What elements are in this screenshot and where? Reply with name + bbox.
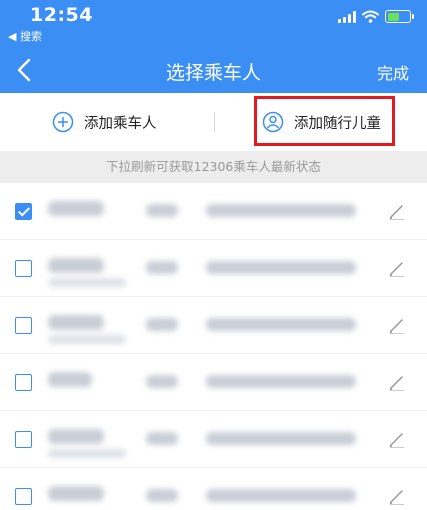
- edit-pencil-icon[interactable]: [387, 201, 407, 221]
- passenger-type-redacted: [146, 489, 178, 502]
- passenger-checkbox[interactable]: [15, 260, 32, 277]
- add-child-label: 添加随行儿童: [294, 115, 381, 132]
- passenger-id-redacted: [206, 318, 356, 331]
- passenger-row[interactable]: [0, 354, 427, 411]
- action-bar: 添加乘车人 添加随行儿童: [0, 93, 427, 151]
- action-divider: [214, 112, 215, 132]
- passenger-id-redacted: [206, 204, 356, 217]
- passenger-type-redacted: [146, 318, 178, 331]
- cellular-signal-icon: [338, 10, 356, 23]
- plus-circle-icon: [52, 111, 74, 133]
- passenger-name-redacted: [48, 486, 104, 501]
- passenger-checkbox[interactable]: [15, 488, 32, 505]
- passenger-type-redacted: [146, 204, 178, 217]
- edit-pencil-icon[interactable]: [387, 372, 407, 392]
- status-back-link[interactable]: ◀ 搜索: [8, 28, 42, 44]
- refresh-hint: 下拉刷新可获取12306乘车人最新状态: [0, 151, 427, 183]
- passenger-type-redacted: [146, 261, 178, 274]
- add-child-button[interactable]: 添加随行儿童: [262, 93, 381, 151]
- status-time: 12:54: [30, 4, 93, 26]
- passenger-name-redacted: [48, 258, 104, 273]
- passenger-id-redacted: [206, 375, 356, 388]
- passenger-type-redacted: [146, 432, 178, 445]
- wifi-icon: [362, 10, 379, 23]
- passenger-row[interactable]: [0, 468, 427, 510]
- passenger-checkbox[interactable]: [15, 374, 32, 391]
- passenger-note-redacted: [48, 278, 126, 287]
- edit-pencil-icon[interactable]: [387, 429, 407, 449]
- page-title: 选择乘车人: [165, 62, 261, 84]
- passenger-checkbox[interactable]: [15, 203, 32, 220]
- passenger-type-redacted: [146, 375, 178, 388]
- passenger-row[interactable]: [0, 297, 427, 354]
- passenger-name-redacted: [48, 429, 104, 444]
- passenger-id-redacted: [206, 261, 356, 274]
- passenger-row[interactable]: [0, 183, 427, 240]
- top-header: 12:54 ◀ 搜索 选择乘车人 完成: [0, 0, 427, 93]
- passenger-note-redacted: [48, 335, 126, 344]
- passenger-list: [0, 183, 427, 510]
- edit-pencil-icon[interactable]: [387, 486, 407, 506]
- passenger-name-redacted: [48, 201, 104, 216]
- passenger-checkbox[interactable]: [15, 431, 32, 448]
- done-button[interactable]: 完成: [377, 60, 409, 84]
- passenger-name-redacted: [48, 315, 104, 330]
- add-passenger-button[interactable]: 添加乘车人: [52, 93, 157, 151]
- person-circle-icon: [262, 111, 284, 133]
- passenger-id-redacted: [206, 489, 356, 502]
- passenger-note-redacted: [48, 449, 126, 458]
- battery-icon: [385, 10, 414, 23]
- passenger-checkbox[interactable]: [15, 317, 32, 334]
- status-icons: [338, 10, 414, 23]
- add-passenger-label: 添加乘车人: [84, 115, 157, 132]
- passenger-id-redacted: [206, 432, 356, 445]
- edit-pencil-icon[interactable]: [387, 315, 407, 335]
- edit-pencil-icon[interactable]: [387, 258, 407, 278]
- passenger-row[interactable]: [0, 411, 427, 468]
- passenger-name-redacted: [48, 372, 92, 387]
- passenger-row[interactable]: [0, 240, 427, 297]
